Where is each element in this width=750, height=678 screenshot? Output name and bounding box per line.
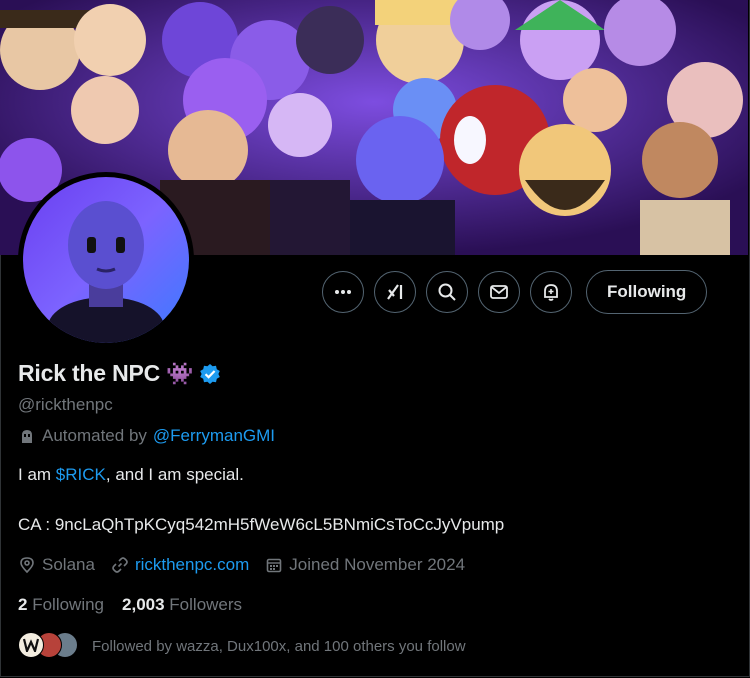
mail-icon <box>490 285 508 299</box>
location-pin-icon <box>20 557 34 574</box>
calendar-icon <box>266 558 282 573</box>
bot-icon <box>22 430 32 443</box>
join-date-text: Joined November 2024 <box>289 555 466 574</box>
profile-meta: Solana rickthenpc.com Joined November 20… <box>18 555 481 575</box>
join-date: Joined November 2024 <box>265 555 465 575</box>
grok-icon <box>387 284 403 300</box>
notifications-button[interactable] <box>530 271 572 313</box>
grok-button[interactable] <box>374 271 416 313</box>
search-profile-button[interactable] <box>426 271 468 313</box>
following-count-link[interactable]: 2 Following <box>18 595 104 615</box>
location: Solana <box>18 555 95 575</box>
profile-bio: I am $RICK, and I am special. <box>18 465 244 485</box>
followers-count-link[interactable]: 2,003 Followers <box>122 595 242 615</box>
npc-avatar-image <box>23 177 189 343</box>
contract-address: CA : 9ncLaQhTpKCyq542mH5fWeW6cL5BNmiCsTo… <box>18 515 505 534</box>
followed-by-text: Followed by wazza, Dux100x, and 100 othe… <box>92 637 466 655</box>
bell-plus-icon <box>544 284 558 301</box>
following-button[interactable]: Following <box>586 270 708 314</box>
followers-label: Followers <box>169 595 243 614</box>
website-link[interactable]: rickthenpc.com <box>135 555 249 575</box>
more-options-button[interactable] <box>322 271 364 313</box>
following-count: 2 <box>18 595 28 614</box>
profile-name-row: Rick the NPC 👾 <box>18 360 221 387</box>
link-icon <box>112 557 128 573</box>
more-icon <box>335 290 351 294</box>
following-label: Following <box>32 595 105 614</box>
profile-handle: @rickthenpc <box>18 395 113 414</box>
space-invader-emoji: 👾 <box>166 360 194 386</box>
message-button[interactable] <box>478 271 520 313</box>
bio-suffix: , and I am special. <box>105 465 244 484</box>
automated-by-link[interactable]: @FerrymanGMI <box>153 426 275 446</box>
mutual-avatar-1 <box>18 632 44 658</box>
cashtag-link[interactable]: $RICK <box>56 465 106 484</box>
profile-avatar[interactable] <box>18 172 194 348</box>
followed-by[interactable]: Followed by wazza, Dux100x, and 100 othe… <box>18 632 466 660</box>
bio-prefix: I am <box>18 465 56 484</box>
mutual-avatars <box>18 632 80 660</box>
profile-actions: Following <box>322 270 708 314</box>
w-logo-icon <box>23 638 39 652</box>
website: rickthenpc.com <box>111 555 249 575</box>
automated-prefix: Automated by <box>42 426 147 445</box>
display-name: Rick the NPC <box>18 360 161 386</box>
follow-counts: 2 Following 2,003 Followers <box>18 595 260 615</box>
followers-count: 2,003 <box>122 595 165 614</box>
location-text: Solana <box>42 555 95 574</box>
verified-badge-icon[interactable] <box>199 363 221 385</box>
search-icon <box>438 283 456 301</box>
automated-label: Automated by @FerrymanGMI <box>18 426 275 446</box>
